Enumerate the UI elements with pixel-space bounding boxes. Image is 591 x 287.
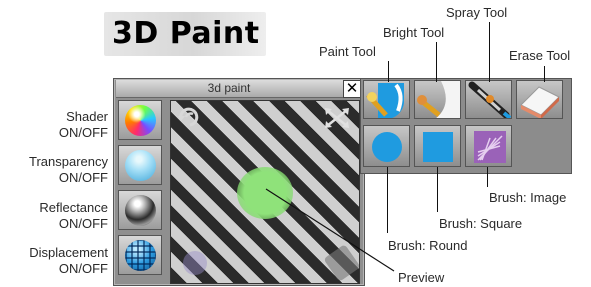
rainbow-sphere-icon xyxy=(125,105,156,136)
brush-image-button[interactable] xyxy=(465,125,512,167)
displacement-label-line1: Displacement xyxy=(29,245,108,260)
erase-tool-label: Erase Tool xyxy=(509,48,571,63)
paint-tool-label: Paint Tool xyxy=(319,44,376,59)
move-arrows-icon[interactable] xyxy=(323,106,351,130)
brush-round-button[interactable] xyxy=(363,125,410,167)
circle-icon xyxy=(372,132,402,162)
reflectance-toggle-button[interactable] xyxy=(118,190,162,230)
rotate-icon[interactable] xyxy=(177,105,203,127)
shader-label-line2: ON/OFF xyxy=(58,125,108,140)
spray-tool-button[interactable] xyxy=(465,80,512,119)
eraser-icon xyxy=(520,86,560,118)
square-icon xyxy=(423,132,453,162)
displacement-label-line2: ON/OFF xyxy=(58,261,108,276)
airbrush-icon xyxy=(468,81,511,118)
bright-tool-button[interactable] xyxy=(414,80,461,119)
reflectance-label: Reflectance ON/OFF xyxy=(2,200,108,232)
paint-tool-button[interactable] xyxy=(363,80,410,119)
grid-sphere-icon xyxy=(125,240,156,271)
transparency-label-line1: Transparency xyxy=(29,154,108,169)
reflectance-label-line2: ON/OFF xyxy=(58,216,108,231)
shader-label-line1: Shader xyxy=(66,109,108,124)
shader-toggle-button[interactable] xyxy=(118,100,162,140)
erase-tool-callout-line xyxy=(544,66,545,82)
panel-title: 3d paint xyxy=(207,81,251,95)
brush-image-label: Brush: Image xyxy=(489,190,567,205)
bright-tool-callout-line xyxy=(436,42,437,82)
paint-tool-callout-line xyxy=(388,61,389,82)
erase-tool-button[interactable] xyxy=(516,80,563,119)
transparent-sphere-icon xyxy=(125,150,156,181)
spray-tool-label: Spray Tool xyxy=(446,5,508,20)
image-brush-icon xyxy=(474,131,506,163)
brush-square-button[interactable] xyxy=(414,125,461,167)
page-title: 3D Paint xyxy=(112,16,260,51)
reflectance-label-line1: Reflectance xyxy=(39,200,108,215)
brush-image-callout-line xyxy=(487,167,488,187)
preview-callout-line xyxy=(265,188,395,272)
preview-shadow-left xyxy=(183,251,207,275)
bright-tool-label: Bright Tool xyxy=(383,25,445,40)
displacement-toggle-button[interactable] xyxy=(118,235,162,275)
displacement-label: Displacement ON/OFF xyxy=(2,245,108,277)
brush-square-label: Brush: Square xyxy=(439,216,523,231)
paint-roller-icon xyxy=(366,83,404,118)
transparency-toggle-button[interactable] xyxy=(118,145,162,185)
transparency-label-line2: ON/OFF xyxy=(58,170,108,185)
brush-square-callout-line xyxy=(437,167,438,212)
spray-tool-callout-line xyxy=(489,22,490,82)
chrome-sphere-icon xyxy=(125,195,156,226)
shader-label: Shader ON/OFF xyxy=(2,109,108,141)
close-icon[interactable]: ✕ xyxy=(343,80,361,98)
transparency-label: Transparency ON/OFF xyxy=(2,154,108,186)
preview-label: Preview xyxy=(398,270,445,285)
bright-brush-icon xyxy=(417,81,460,118)
